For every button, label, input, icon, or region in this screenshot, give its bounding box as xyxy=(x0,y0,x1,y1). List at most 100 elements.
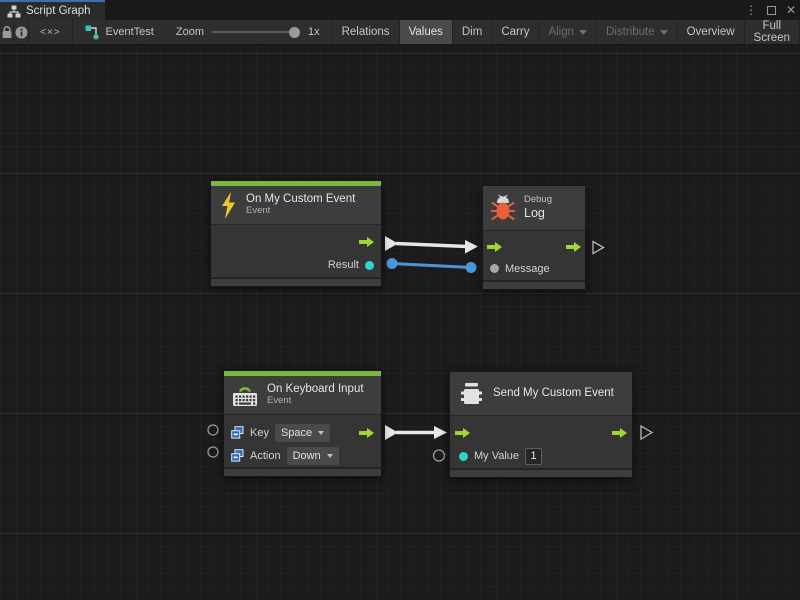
action-dropdown-value: Down xyxy=(293,450,321,462)
relations-label: Relations xyxy=(342,26,390,38)
keyboard-icon xyxy=(232,384,258,407)
window-menu-icon[interactable]: ⋮ xyxy=(745,0,757,20)
lock-icon xyxy=(1,25,13,39)
node-body: Message xyxy=(483,231,585,280)
caret-down-icon xyxy=(318,431,324,435)
overview-label: Overview xyxy=(687,26,735,38)
value-input-port-empty[interactable] xyxy=(208,425,218,435)
result-label: Result xyxy=(328,259,359,271)
zoom-slider-handle[interactable] xyxy=(289,27,300,38)
lightning-bolt-icon xyxy=(219,192,237,219)
node-header-text: Debug Log xyxy=(524,195,552,220)
graph-name: EventTest xyxy=(106,26,154,38)
values-label: Values xyxy=(409,26,443,38)
value-connection-start[interactable] xyxy=(387,258,398,269)
code-glyph: <×> xyxy=(40,27,61,38)
flow-input-arrow-icon[interactable] xyxy=(487,242,502,252)
zoom-value: 1x xyxy=(308,26,320,38)
node-debug-log[interactable]: Debug Log Message xyxy=(482,185,586,290)
node-subtitle: Event xyxy=(267,396,364,407)
unity-graph-window: Script Graph ⋮ ✕ <×> xyxy=(0,0,800,600)
flow-output-arrow-icon[interactable] xyxy=(359,428,374,438)
script-graph-icon xyxy=(7,5,21,18)
node-footer xyxy=(211,277,381,286)
node-footer xyxy=(224,467,381,476)
key-label: Key xyxy=(250,427,269,439)
flow-connection[interactable] xyxy=(396,244,467,247)
node-header[interactable]: On My Custom Event Event xyxy=(211,186,381,225)
node-on-keyboard-input[interactable]: On Keyboard Input Event Key Space xyxy=(223,370,382,477)
flow-output-arrow-icon[interactable] xyxy=(612,428,627,438)
tab-script-graph[interactable]: Script Graph xyxy=(0,0,105,20)
dim-button[interactable]: Dim xyxy=(452,20,491,44)
message-port-row: Message xyxy=(483,257,585,280)
enum-type-icon xyxy=(231,426,244,439)
my-value-input[interactable]: 1 xyxy=(525,448,542,465)
align-button[interactable]: Align xyxy=(538,20,596,44)
zoom-slider[interactable] xyxy=(212,25,300,39)
node-on-my-custom-event[interactable]: On My Custom Event Event Result xyxy=(210,180,382,287)
graph-toolbar: <×> EventTest Zoom 1x Relations Values D… xyxy=(0,20,800,45)
node-header[interactable]: Send My Custom Event xyxy=(450,372,632,416)
lock-button[interactable] xyxy=(0,20,14,44)
my-value-port[interactable] xyxy=(459,452,468,461)
node-header-text: Send My Custom Event xyxy=(493,387,614,400)
value-connection-end[interactable] xyxy=(466,262,477,273)
action-dropdown[interactable]: Down xyxy=(287,447,339,465)
align-label: Align xyxy=(548,26,574,38)
graph-breadcrumb[interactable]: EventTest xyxy=(73,20,164,44)
node-header-text: On Keyboard Input Event xyxy=(267,383,364,407)
caret-down-icon xyxy=(660,30,668,35)
maximize-icon[interactable] xyxy=(767,6,776,15)
node-header[interactable]: Debug Log xyxy=(483,186,585,231)
node-title: Send My Custom Event xyxy=(493,387,614,400)
flow-output-port-empty[interactable] xyxy=(641,426,652,439)
flow-output-arrow-icon[interactable] xyxy=(359,237,374,247)
values-button[interactable]: Values xyxy=(399,20,452,44)
node-footer xyxy=(483,280,585,289)
carry-button[interactable]: Carry xyxy=(491,20,538,44)
result-value-port[interactable] xyxy=(365,261,374,270)
carry-label: Carry xyxy=(501,26,529,38)
node-header-text: On My Custom Event Event xyxy=(246,193,355,217)
graph-icon xyxy=(85,25,100,40)
distribute-button[interactable]: Distribute xyxy=(596,20,677,44)
value-connection[interactable] xyxy=(392,264,471,268)
fullscreen-button[interactable]: Full Screen xyxy=(744,20,800,44)
key-dropdown[interactable]: Space xyxy=(275,424,330,442)
flow-port-row xyxy=(450,422,632,444)
node-body: Key Space Action xyxy=(224,415,381,467)
fullscreen-label: Full Screen xyxy=(754,20,790,44)
node-subtitle: Event xyxy=(246,206,355,217)
connection-arrowhead xyxy=(434,426,447,439)
info-button[interactable] xyxy=(14,20,29,44)
my-value-port-row: My Value 1 xyxy=(450,444,632,468)
flow-output-arrow-icon[interactable] xyxy=(566,242,581,252)
action-port-row: Action Down xyxy=(224,445,381,466)
flow-port-row xyxy=(483,236,585,257)
enum-type-icon xyxy=(231,449,244,462)
info-icon xyxy=(15,26,28,39)
graph-canvas[interactable]: On My Custom Event Event Result xyxy=(0,45,800,599)
message-label: Message xyxy=(505,263,550,275)
window-controls: ⋮ ✕ xyxy=(745,0,796,20)
zoom-label: Zoom xyxy=(176,26,204,38)
bug-icon xyxy=(491,194,515,222)
code-view-button[interactable]: <×> xyxy=(29,20,72,44)
result-port-row: Result xyxy=(211,253,381,277)
action-label: Action xyxy=(250,450,281,462)
node-body: My Value 1 xyxy=(450,416,632,468)
value-input-port-empty[interactable] xyxy=(434,450,445,461)
value-input-port-empty[interactable] xyxy=(208,447,218,457)
flow-output-port-empty[interactable] xyxy=(593,242,604,254)
message-value-port[interactable] xyxy=(490,264,499,273)
flow-input-arrow-icon[interactable] xyxy=(455,428,470,438)
key-dropdown-value: Space xyxy=(281,427,312,439)
overview-button[interactable]: Overview xyxy=(677,20,744,44)
tab-label: Script Graph xyxy=(26,5,91,17)
node-footer xyxy=(450,468,632,477)
node-header[interactable]: On Keyboard Input Event xyxy=(224,376,381,415)
relations-button[interactable]: Relations xyxy=(332,20,399,44)
node-send-my-custom-event[interactable]: Send My Custom Event My Value 1 xyxy=(449,371,633,478)
close-icon[interactable]: ✕ xyxy=(786,0,796,20)
